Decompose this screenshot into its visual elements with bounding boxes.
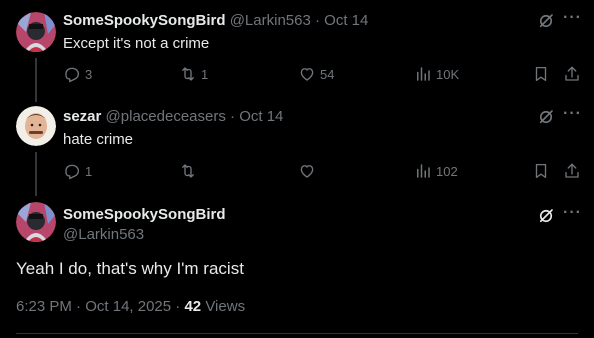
bookmark-button[interactable] [532, 162, 550, 180]
handle[interactable]: @Larkin563 [230, 12, 311, 29]
repost-icon [179, 162, 197, 180]
views-icon [414, 65, 432, 83]
like-button[interactable] [298, 162, 320, 180]
tweet-full-date[interactable]: Oct 14, 2025 [85, 298, 171, 315]
views-total: 42 [184, 298, 202, 315]
tweet-header: SomeSpookySongBird @Larkin563 [63, 206, 226, 243]
avatar[interactable] [16, 106, 56, 146]
more-icon[interactable]: ··· [563, 204, 582, 222]
more-icon[interactable]: ··· [563, 9, 582, 27]
grok-icon[interactable] [537, 12, 555, 30]
handle[interactable]: @placedeceasers [106, 108, 226, 125]
reply-button[interactable]: 1 [63, 162, 92, 180]
grok-icon[interactable] [537, 207, 555, 225]
avatar[interactable] [16, 12, 56, 52]
grok-icon[interactable] [537, 108, 555, 126]
bookmark-icon [532, 65, 550, 83]
display-name[interactable]: SomeSpookySongBird [63, 12, 226, 29]
bookmark-button[interactable] [532, 65, 550, 83]
divider [16, 333, 578, 334]
thread-line [35, 152, 37, 196]
thread-line [35, 58, 37, 102]
avatar[interactable] [16, 202, 56, 242]
more-icon[interactable]: ··· [563, 105, 582, 123]
views-icon [414, 162, 432, 180]
display-name[interactable]: SomeSpookySongBird [63, 206, 226, 223]
tweet-header: sezar @placedeceasers · Oct 14 [63, 108, 283, 125]
separator: · [314, 12, 320, 29]
separator: · [230, 108, 236, 125]
reply-icon [63, 65, 81, 83]
bookmark-icon [532, 162, 550, 180]
views-count: 10K [436, 66, 460, 82]
views-button[interactable]: 102 [414, 162, 458, 180]
tweet-text: hate crime [63, 131, 134, 148]
main-tweet-text: Yeah I do, that's why I'm racist [16, 259, 244, 278]
tweet-text: Except it's not a crime [63, 35, 210, 52]
like-count: 54 [320, 66, 335, 82]
share-icon [563, 162, 581, 180]
separator: · [76, 298, 86, 315]
repost-button[interactable]: 1 [179, 65, 208, 83]
like-icon [298, 65, 316, 83]
handle[interactable]: @Larkin563 [63, 226, 226, 243]
tweet-header: SomeSpookySongBird @Larkin563 · Oct 14 [63, 12, 368, 29]
reply-count: 1 [85, 163, 93, 179]
views-label: Views [205, 298, 246, 315]
repost-icon [179, 65, 197, 83]
tweet-time[interactable]: 6:23 PM [16, 298, 72, 315]
share-button[interactable] [563, 65, 581, 83]
repost-count: 1 [201, 66, 209, 82]
tweet-date[interactable]: Oct 14 [324, 12, 368, 29]
like-icon [298, 162, 316, 180]
share-button[interactable] [563, 162, 581, 180]
views-button[interactable]: 10K [414, 65, 459, 83]
reply-button[interactable]: 3 [63, 65, 92, 83]
share-icon [563, 65, 581, 83]
repost-button[interactable] [179, 162, 201, 180]
tweet-metadata: 6:23 PM · Oct 14, 2025 · 42 Views [16, 298, 245, 315]
display-name[interactable]: sezar [63, 108, 101, 125]
views-count: 102 [436, 163, 458, 179]
tweet-date[interactable]: Oct 14 [239, 108, 283, 125]
like-button[interactable]: 54 [298, 65, 334, 83]
reply-icon [63, 162, 81, 180]
reply-count: 3 [85, 66, 93, 82]
